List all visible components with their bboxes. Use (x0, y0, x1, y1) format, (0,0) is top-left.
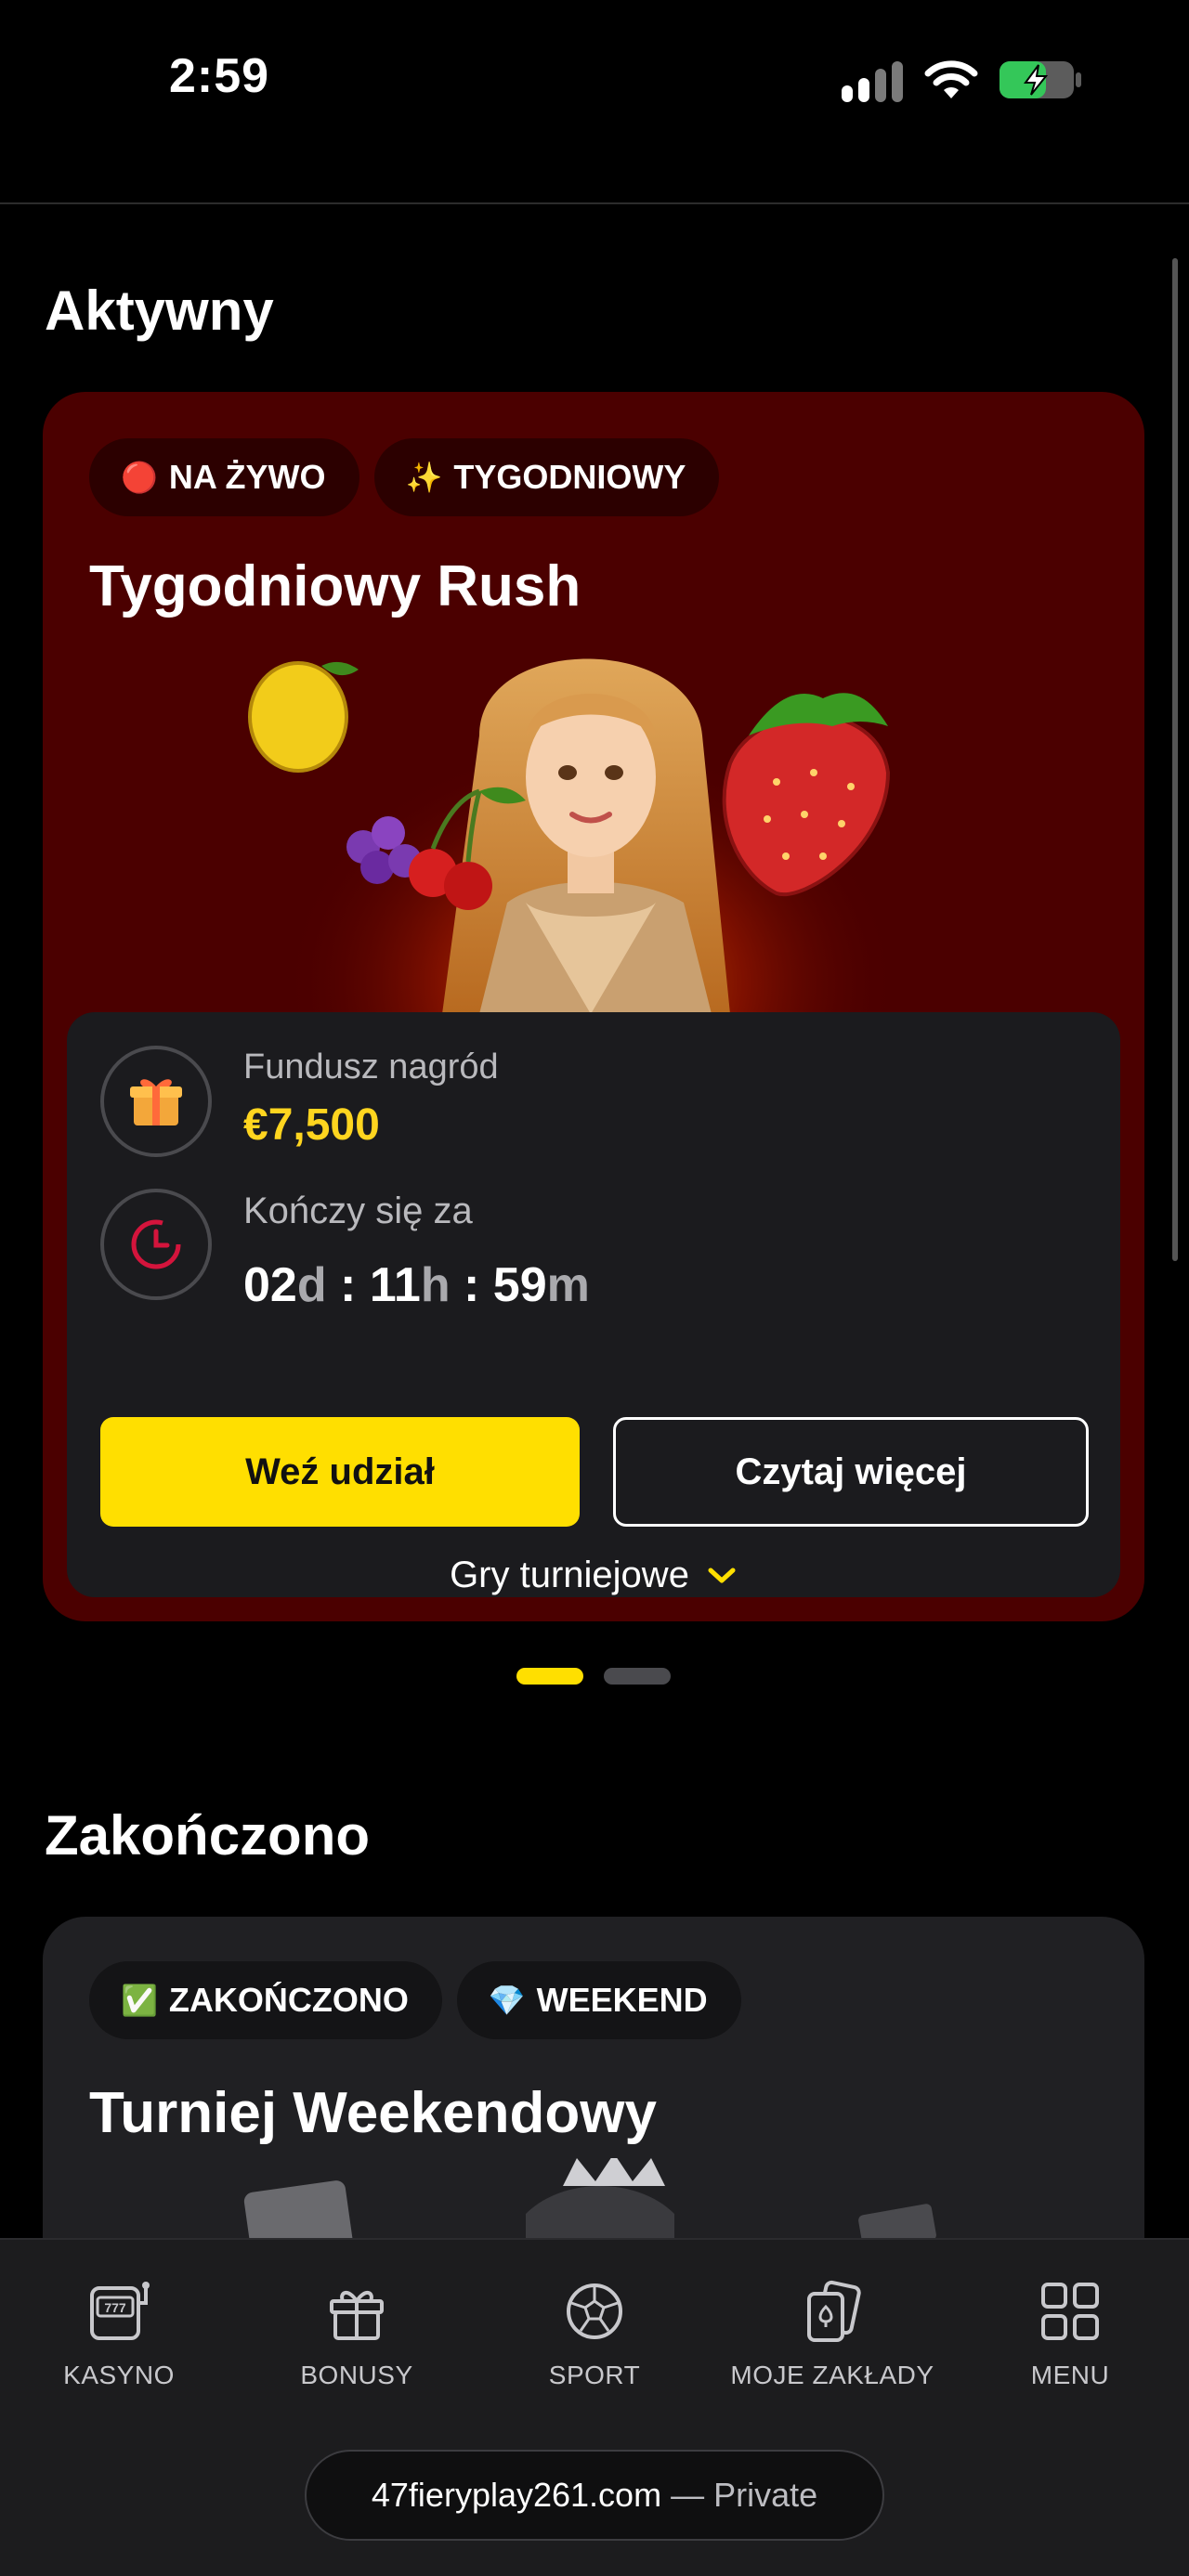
chip-label: ZAKOŃCZONO (168, 1981, 409, 2019)
tournament-games-toggle[interactable]: Gry turniejowe (67, 1555, 1120, 1596)
section-title-active: Aktywny (45, 280, 274, 342)
status-time: 2:59 (169, 49, 270, 103)
chip-label: TYGODNIOWY (453, 458, 686, 496)
cards-icon (807, 2280, 861, 2342)
nav-label: KASYNO (63, 2361, 175, 2389)
countdown-timer: 02d : 11h : 59m (243, 1257, 590, 1313)
nav-sport[interactable]: SPORT (476, 2275, 713, 2390)
header-divider (0, 202, 1189, 204)
nav-menu[interactable]: MENU (951, 2275, 1189, 2390)
chip-label: NA ŻYWO (168, 458, 326, 496)
svg-text:777: 777 (104, 2300, 126, 2315)
ends-in-label: Kończy się za (243, 1190, 473, 1231)
countdown-minutes: 59 (492, 1258, 547, 1312)
chip-label: WEEKEND (536, 1981, 708, 2019)
nav-label: MENU (1030, 2361, 1110, 2389)
countdown-hours: 11 (369, 1258, 421, 1312)
gem-icon: 💎 (488, 1984, 526, 2017)
scrollbar[interactable] (1172, 258, 1178, 1261)
nav-bonuses[interactable]: BONUSY (238, 2275, 476, 2390)
nav-casino[interactable]: 777 KASYNO (0, 2275, 238, 2390)
battery-charging-icon (1000, 61, 1081, 98)
chip-weekly: ✨ TYGODNIOWY (373, 438, 720, 516)
bottom-navigation: 777 KASYNO BONUSY SPORT MOJE ZAKŁADY MEN… (0, 2238, 1189, 2576)
carousel-indicator[interactable] (516, 1668, 671, 1685)
status-bar: 2:59 (0, 0, 1189, 158)
tournament-card-active[interactable]: 🔴 NA ŻYWO ✨ TYGODNIOWY Tygodniowy Rush F… (43, 392, 1144, 1621)
prize-pool-value: €7,500 (243, 1100, 380, 1150)
tag-chips: ✅ ZAKOŃCZONO 💎 WEEKEND (89, 1961, 741, 2039)
carousel-dot-active[interactable] (516, 1668, 583, 1685)
nav-my-bets[interactable]: MOJE ZAKŁADY (713, 2275, 951, 2390)
slot-machine-icon: 777 (90, 2282, 150, 2340)
nav-label: SPORT (548, 2361, 641, 2389)
chip-live: 🔴 NA ŻYWO (89, 438, 359, 516)
chevron-down-icon (708, 1568, 736, 1582)
read-more-button[interactable]: Czytaj więcej (613, 1417, 1089, 1527)
check-mark-icon: ✅ (121, 1984, 158, 2017)
countdown-sep: : (450, 1258, 493, 1312)
red-circle-icon: 🔴 (121, 461, 158, 494)
countdown-sep: : (326, 1258, 370, 1312)
gift-icon (100, 1046, 212, 1157)
nav-label: MOJE ZAKŁADY (730, 2361, 934, 2389)
nav-label: BONUSY (300, 2361, 413, 2389)
private-mode-label: — Private (671, 2476, 818, 2514)
gift-icon (330, 2291, 384, 2340)
chip-ended: ✅ ZAKOŃCZONO (89, 1961, 442, 2039)
tournament-info-panel: Fundusz nagród €7,500 Kończy się za 02d … (67, 1012, 1120, 1597)
cellular-signal-icon (842, 61, 903, 102)
prize-pool-label: Fundusz nagród (243, 1047, 499, 1086)
football-icon (567, 2283, 622, 2339)
join-button[interactable]: Weź udział (100, 1417, 580, 1527)
section-title-ended: Zakończono (45, 1804, 371, 1867)
timer-icon (100, 1189, 212, 1300)
sparkles-icon: ✨ (405, 461, 443, 494)
wifi-icon (924, 60, 978, 98)
countdown-days: 02 (243, 1258, 297, 1312)
tournament-title: Tygodniowy Rush (89, 554, 581, 618)
browser-address-bar[interactable]: 47fieryplay261.com — Private (305, 2450, 884, 2541)
chip-weekend: 💎 WEEKEND (456, 1961, 741, 2039)
tournament-games-label: Gry turniejowe (450, 1555, 689, 1595)
countdown-hours-unit: h (420, 1258, 451, 1312)
countdown-minutes-unit: m (546, 1258, 590, 1312)
grid-icon (1041, 2283, 1099, 2340)
url-host: 47fieryplay261.com (371, 2476, 662, 2514)
tournament-title: Turniej Weekendowy (89, 2081, 657, 2145)
tag-chips: 🔴 NA ŻYWO ✨ TYGODNIOWY (89, 438, 720, 516)
carousel-dot[interactable] (604, 1668, 671, 1685)
countdown-days-unit: d (296, 1258, 327, 1312)
